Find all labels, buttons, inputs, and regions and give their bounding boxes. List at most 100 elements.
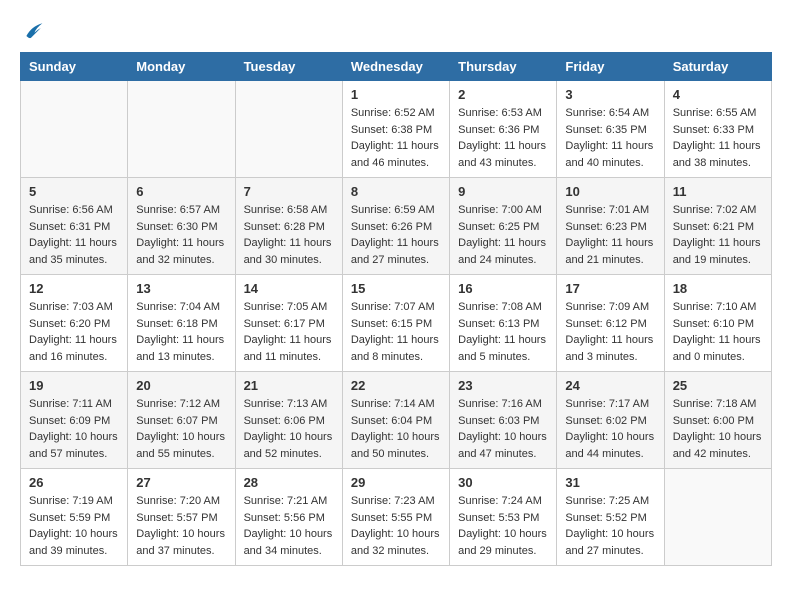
logo [20,20,48,44]
day-number: 6 [136,184,226,199]
day-info: Sunrise: 7:20 AMSunset: 5:57 PMDaylight:… [136,493,226,559]
calendar-cell [128,81,235,178]
weekday-header-thursday: Thursday [450,53,557,81]
calendar-cell: 18 Sunrise: 7:10 AMSunset: 6:10 PMDayligh… [664,275,771,372]
calendar-cell: 29Sunrise: 7:23 AMSunset: 5:55 PMDayligh… [342,469,449,566]
day-number: 31 [565,475,655,490]
calendar-cell: 13 Sunrise: 7:04 AMSunset: 6:18 PMDayligh… [128,275,235,372]
day-info: Sunrise: 7:18 AMSunset: 6:00 PMDaylight:… [673,396,763,462]
calendar-week-row: 12 Sunrise: 7:03 AMSunset: 6:20 PMDayligh… [21,275,772,372]
calendar-cell: 1Sunrise: 6:52 AMSunset: 6:38 PMDaylight… [342,81,449,178]
day-number: 10 [565,184,655,199]
weekday-header-sunday: Sunday [21,53,128,81]
calendar-week-row: 5 Sunrise: 6:56 AMSunset: 6:31 PMDaylight… [21,178,772,275]
day-info: Sunrise: 7:10 AMSunset: 6:10 PMDaylight:… [673,299,763,365]
weekday-header-wednesday: Wednesday [342,53,449,81]
day-info: Sunrise: 7:24 AMSunset: 5:53 PMDaylight:… [458,493,548,559]
day-info: Sunrise: 7:09 AMSunset: 6:12 PMDaylight:… [565,299,655,365]
day-info: Sunrise: 6:59 AMSunset: 6:26 PMDaylight:… [351,202,441,268]
day-number: 5 [29,184,119,199]
day-number: 25 [673,378,763,393]
calendar-cell: 20 Sunrise: 7:12 AMSunset: 6:07 PMDayligh… [128,372,235,469]
day-info: Sunrise: 7:21 AMSunset: 5:56 PMDaylight:… [244,493,334,559]
day-info: Sunrise: 6:57 AMSunset: 6:30 PMDaylight:… [136,202,226,268]
day-number: 9 [458,184,548,199]
calendar-cell: 6 Sunrise: 6:57 AMSunset: 6:30 PMDaylight… [128,178,235,275]
day-info: Sunrise: 7:13 AMSunset: 6:06 PMDaylight:… [244,396,334,462]
day-number: 3 [565,87,655,102]
day-number: 19 [29,378,119,393]
calendar-cell [664,469,771,566]
calendar-header-row: SundayMondayTuesdayWednesdayThursdayFrid… [21,53,772,81]
calendar-week-row: 26 Sunrise: 7:19 AMSunset: 5:59 PMDayligh… [21,469,772,566]
weekday-header-tuesday: Tuesday [235,53,342,81]
day-number: 4 [673,87,763,102]
calendar-cell: 27 Sunrise: 7:20 AMSunset: 5:57 PMDayligh… [128,469,235,566]
day-number: 15 [351,281,441,296]
day-info: Sunrise: 6:55 AMSunset: 6:33 PMDaylight:… [673,105,763,171]
day-info: Sunrise: 7:25 AMSunset: 5:52 PMDaylight:… [565,493,655,559]
calendar-cell: 7 Sunrise: 6:58 AMSunset: 6:28 PMDaylight… [235,178,342,275]
day-number: 20 [136,378,226,393]
day-number: 13 [136,281,226,296]
day-number: 2 [458,87,548,102]
logo-bird-icon [20,20,44,44]
day-info: Sunrise: 7:08 AMSunset: 6:13 PMDaylight:… [458,299,548,365]
day-info: Sunrise: 6:56 AMSunset: 6:31 PMDaylight:… [29,202,119,268]
calendar-cell: 4 Sunrise: 6:55 AMSunset: 6:33 PMDaylight… [664,81,771,178]
day-number: 11 [673,184,763,199]
calendar-cell [235,81,342,178]
calendar-cell: 28Sunrise: 7:21 AMSunset: 5:56 PMDayligh… [235,469,342,566]
calendar-cell: 31 Sunrise: 7:25 AMSunset: 5:52 PMDayligh… [557,469,664,566]
calendar-cell: 17Sunrise: 7:09 AMSunset: 6:12 PMDayligh… [557,275,664,372]
day-number: 26 [29,475,119,490]
day-number: 7 [244,184,334,199]
day-info: Sunrise: 7:01 AMSunset: 6:23 PMDaylight:… [565,202,655,268]
calendar-cell: 10 Sunrise: 7:01 AMSunset: 6:23 PMDayligh… [557,178,664,275]
day-number: 1 [351,87,441,102]
day-number: 12 [29,281,119,296]
calendar-cell: 30 Sunrise: 7:24 AMSunset: 5:53 PMDayligh… [450,469,557,566]
day-info: Sunrise: 7:03 AMSunset: 6:20 PMDaylight:… [29,299,119,365]
calendar-cell: 9 Sunrise: 7:00 AMSunset: 6:25 PMDaylight… [450,178,557,275]
day-info: Sunrise: 7:05 AMSunset: 6:17 PMDaylight:… [244,299,334,365]
calendar-cell: 2 Sunrise: 6:53 AMSunset: 6:36 PMDaylight… [450,81,557,178]
day-info: Sunrise: 7:07 AMSunset: 6:15 PMDaylight:… [351,299,441,365]
day-info: Sunrise: 7:19 AMSunset: 5:59 PMDaylight:… [29,493,119,559]
calendar-cell: 3 Sunrise: 6:54 AMSunset: 6:35 PMDaylight… [557,81,664,178]
weekday-header-monday: Monday [128,53,235,81]
calendar-cell: 14 Sunrise: 7:05 AMSunset: 6:17 PMDayligh… [235,275,342,372]
calendar-cell: 23 Sunrise: 7:16 AMSunset: 6:03 PMDayligh… [450,372,557,469]
day-info: Sunrise: 6:58 AMSunset: 6:28 PMDaylight:… [244,202,334,268]
day-info: Sunrise: 7:16 AMSunset: 6:03 PMDaylight:… [458,396,548,462]
day-info: Sunrise: 6:53 AMSunset: 6:36 PMDaylight:… [458,105,548,171]
calendar-cell: 22Sunrise: 7:14 AMSunset: 6:04 PMDayligh… [342,372,449,469]
calendar-cell: 8 Sunrise: 6:59 AMSunset: 6:26 PMDaylight… [342,178,449,275]
day-info: Sunrise: 7:11 AMSunset: 6:09 PMDaylight:… [29,396,119,462]
calendar-table: SundayMondayTuesdayWednesdayThursdayFrid… [20,52,772,566]
day-number: 30 [458,475,548,490]
calendar-cell: 19 Sunrise: 7:11 AMSunset: 6:09 PMDayligh… [21,372,128,469]
page-header [20,20,772,44]
day-info: Sunrise: 7:00 AMSunset: 6:25 PMDaylight:… [458,202,548,268]
day-number: 23 [458,378,548,393]
calendar-cell: 25 Sunrise: 7:18 AMSunset: 6:00 PMDayligh… [664,372,771,469]
day-number: 29 [351,475,441,490]
day-number: 21 [244,378,334,393]
day-info: Sunrise: 7:02 AMSunset: 6:21 PMDaylight:… [673,202,763,268]
day-number: 18 [673,281,763,296]
day-info: Sunrise: 7:04 AMSunset: 6:18 PMDaylight:… [136,299,226,365]
day-number: 8 [351,184,441,199]
day-info: Sunrise: 7:17 AMSunset: 6:02 PMDaylight:… [565,396,655,462]
day-info: Sunrise: 7:12 AMSunset: 6:07 PMDaylight:… [136,396,226,462]
calendar-cell: 21 Sunrise: 7:13 AMSunset: 6:06 PMDayligh… [235,372,342,469]
calendar-cell [21,81,128,178]
weekday-header-friday: Friday [557,53,664,81]
day-info: Sunrise: 6:54 AMSunset: 6:35 PMDaylight:… [565,105,655,171]
day-number: 14 [244,281,334,296]
day-number: 27 [136,475,226,490]
calendar-cell: 11 Sunrise: 7:02 AMSunset: 6:21 PMDayligh… [664,178,771,275]
calendar-cell: 5 Sunrise: 6:56 AMSunset: 6:31 PMDaylight… [21,178,128,275]
calendar-cell: 16Sunrise: 7:08 AMSunset: 6:13 PMDayligh… [450,275,557,372]
calendar-cell: 12 Sunrise: 7:03 AMSunset: 6:20 PMDayligh… [21,275,128,372]
